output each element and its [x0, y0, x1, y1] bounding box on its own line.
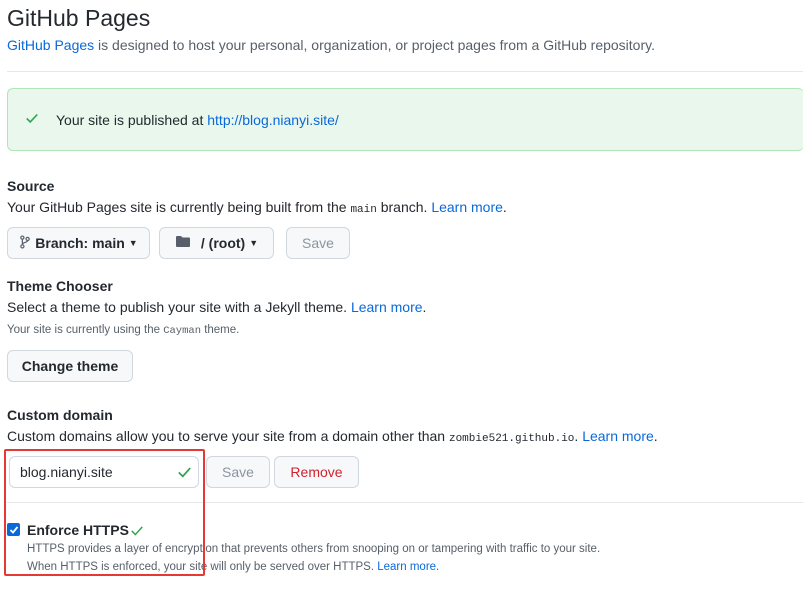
https-desc-end: . — [436, 561, 440, 573]
git-branch-icon — [19, 234, 31, 252]
custom-domain-remove-button[interactable]: Remove — [274, 456, 359, 488]
flash-message: Your site is published at http://blog.ni… — [56, 112, 339, 128]
theme-name-code: Cayman — [163, 325, 201, 337]
custom-domain-title: Custom domain — [7, 407, 113, 423]
source-save-button[interactable]: Save — [286, 227, 350, 259]
theme-learn-more-link[interactable]: Learn more — [351, 299, 423, 315]
enforce-https-label[interactable]: Enforce HTTPS — [27, 522, 129, 538]
theme-note-text-2: theme. — [201, 324, 240, 336]
default-domain-code: zombie521.github.io — [448, 433, 575, 445]
custom-domain-learn-more-link[interactable]: Learn more — [582, 428, 654, 444]
check-icon — [25, 111, 39, 130]
custom-domain-input[interactable]: blog.nianyi.site — [9, 456, 199, 488]
page-subtitle: GitHub Pages is designed to host your pe… — [7, 37, 655, 53]
caret-down-icon: ▼ — [128, 238, 138, 248]
github-pages-link[interactable]: GitHub Pages — [7, 37, 94, 53]
https-desc-text: When HTTPS is enforced, your site will o… — [27, 561, 378, 573]
custom-domain-value: blog.nianyi.site — [20, 464, 113, 480]
theme-description: Select a theme to publish your site with… — [7, 299, 427, 315]
custom-domain-save-button[interactable]: Save — [206, 456, 270, 488]
https-check-icon — [130, 524, 144, 542]
https-description-line2: When HTTPS is enforced, your site will o… — [27, 561, 439, 573]
https-description-line1: HTTPS provides a layer of encryption tha… — [27, 543, 601, 555]
custom-domain-description: Custom domains allow you to serve your s… — [7, 428, 658, 445]
source-learn-more-link[interactable]: Learn more — [431, 199, 503, 215]
theme-note: Your site is currently using the Cayman … — [7, 324, 239, 337]
enforce-https-checkbox[interactable] — [7, 523, 20, 536]
flash-text: Your site is published at — [56, 112, 208, 128]
published-url-link[interactable]: http://blog.nianyi.site/ — [207, 112, 339, 128]
theme-title: Theme Chooser — [7, 278, 113, 294]
source-desc-text-2: branch. — [376, 199, 432, 215]
branch-select-button[interactable]: Branch: main ▼ — [7, 227, 150, 259]
branch-code: main — [350, 204, 377, 216]
theme-desc-text: Select a theme to publish your site with… — [7, 299, 351, 315]
page-title: GitHub Pages — [7, 5, 151, 31]
https-learn-more-link[interactable]: Learn more — [377, 561, 436, 573]
folder-icon — [175, 235, 191, 251]
branch-select-label: Branch: main — [35, 235, 125, 251]
checkbox-check-icon — [9, 525, 18, 534]
folder-select-label: / (root) — [200, 235, 246, 251]
source-description: Your GitHub Pages site is currently bein… — [7, 199, 507, 216]
change-theme-button[interactable]: Change theme — [7, 350, 133, 382]
subtitle-text: is designed to host your personal, organ… — [94, 37, 655, 53]
header-divider — [7, 71, 803, 72]
source-desc-text: Your GitHub Pages site is currently bein… — [7, 199, 351, 215]
published-flash: Your site is published at http://blog.ni… — [7, 88, 803, 151]
domain-valid-check-icon — [177, 465, 192, 482]
folder-select-button[interactable]: / (root) ▼ — [159, 227, 274, 259]
custom-domain-desc-text: Custom domains allow you to serve your s… — [7, 428, 449, 444]
caret-down-icon: ▼ — [249, 238, 259, 248]
theme-note-text: Your site is currently using the — [7, 324, 164, 336]
source-title: Source — [7, 178, 55, 194]
domain-divider — [7, 502, 803, 503]
